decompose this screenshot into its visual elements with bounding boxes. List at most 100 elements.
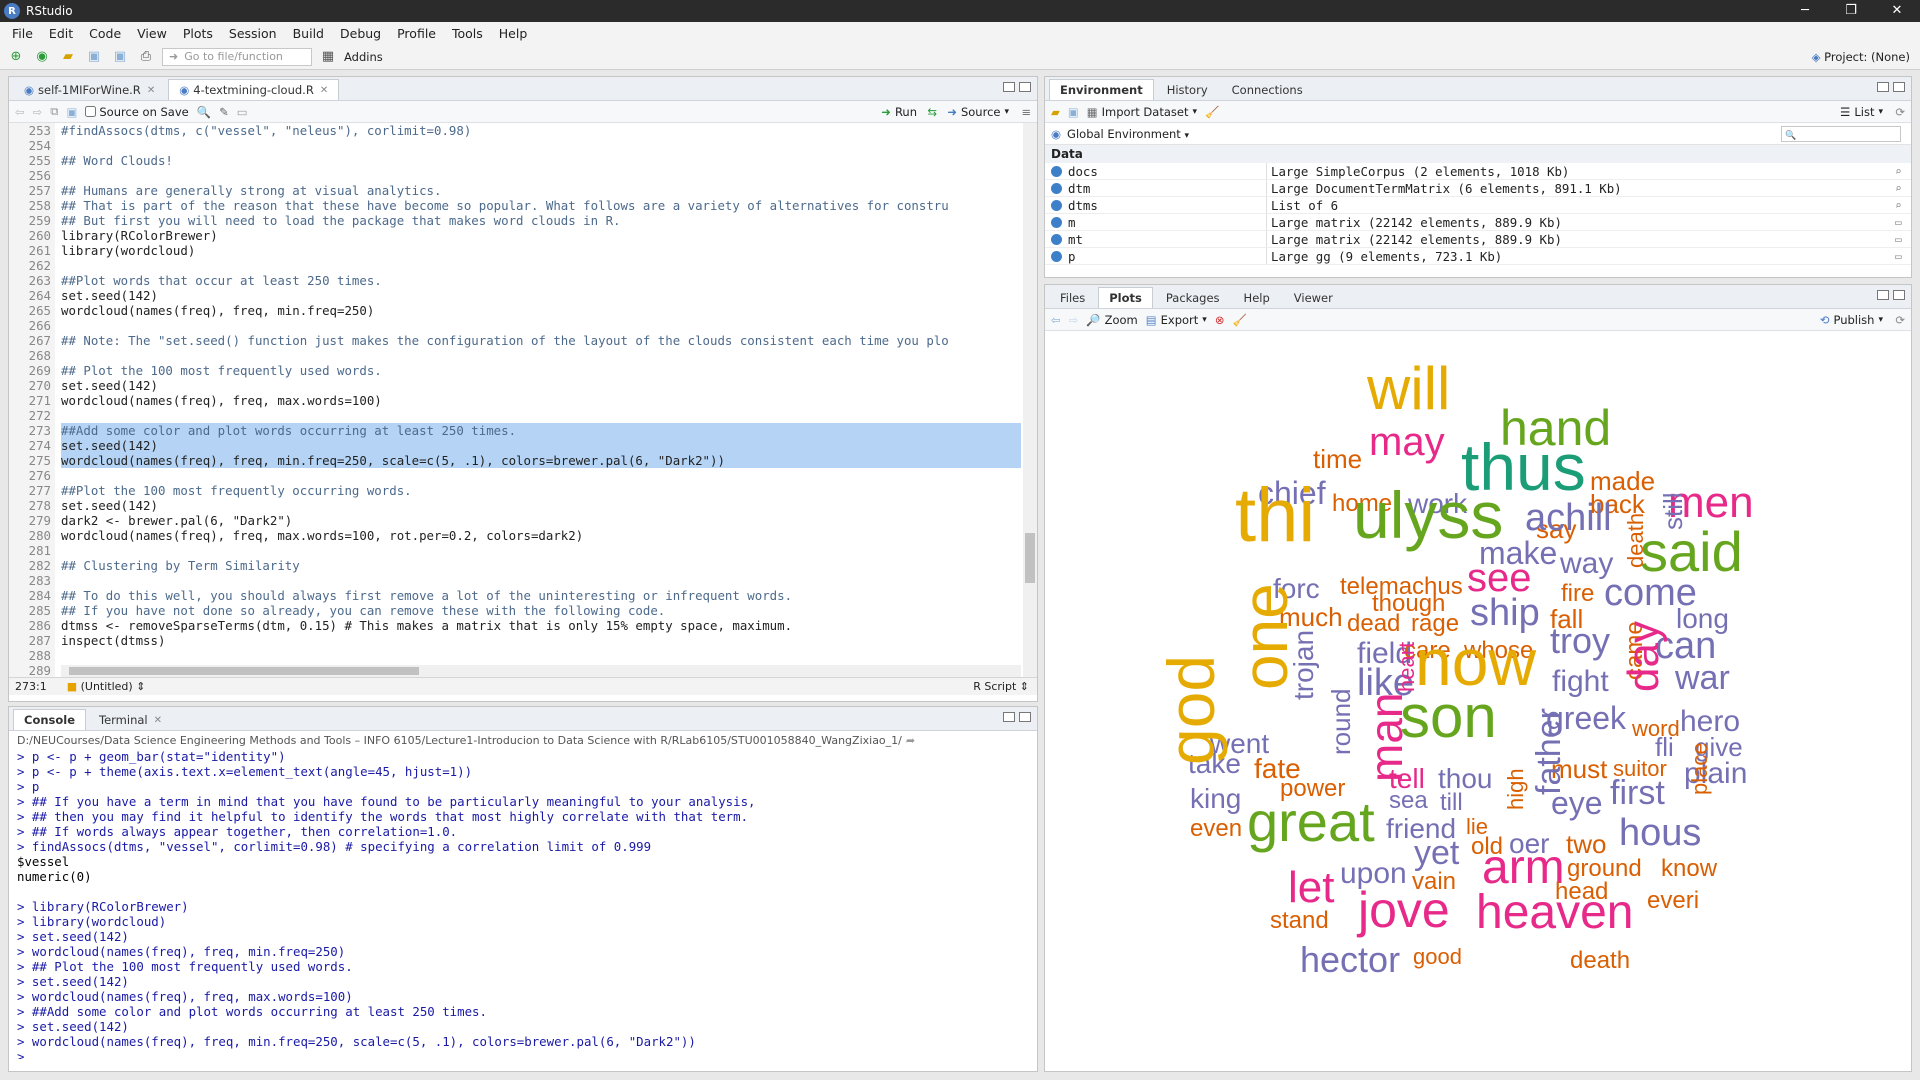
- code-tools-wand-icon[interactable]: ✎: [219, 105, 229, 119]
- goto-file-input[interactable]: ➜ Go to file/function: [162, 47, 312, 66]
- menu-session[interactable]: Session: [221, 26, 285, 41]
- export-button[interactable]: ▤ Export ▾: [1146, 313, 1207, 327]
- code-line[interactable]: [61, 573, 1021, 588]
- environment-row[interactable]: docs Large SimpleCorpus (2 elements, 1018…: [1045, 163, 1911, 180]
- code-line[interactable]: [61, 648, 1021, 663]
- code-line[interactable]: set.seed(142): [61, 378, 1021, 393]
- refresh-icon[interactable]: ⟳: [1895, 313, 1905, 327]
- environment-row[interactable]: p Large gg (9 elements, 723.1 Kb) ▭: [1045, 248, 1911, 265]
- code-line[interactable]: ## Word Clouds!: [61, 153, 1021, 168]
- minimize-pane-icon[interactable]: [1003, 712, 1015, 722]
- environment-row[interactable]: dtms List of 6 ⌕: [1045, 197, 1911, 214]
- compile-report-icon[interactable]: ▭: [237, 105, 248, 119]
- console-output[interactable]: > p <- p + geom_bar(stat="identity") > p …: [9, 749, 1037, 1059]
- code-line[interactable]: wordcloud(names(freq), freq, min.freq=25…: [61, 303, 1021, 318]
- tab-plots[interactable]: Plots: [1098, 287, 1153, 308]
- search-icon[interactable]: 🔍: [197, 105, 211, 119]
- maximize-pane-icon[interactable]: [1019, 82, 1031, 92]
- editor-horizontal-scrollbar[interactable]: [61, 665, 1021, 677]
- expand-object-icon[interactable]: [1051, 250, 1062, 262]
- code-line[interactable]: [61, 348, 1021, 363]
- scroll-thumb[interactable]: [69, 667, 419, 675]
- code-line[interactable]: ##Plot words that occur at least 250 tim…: [61, 273, 1021, 288]
- close-tab-icon[interactable]: ✕: [320, 85, 328, 96]
- maximize-pane-icon[interactable]: [1893, 290, 1905, 300]
- publish-button[interactable]: ⟲ Publish ▾: [1820, 313, 1883, 327]
- tab-console[interactable]: Console: [13, 709, 87, 730]
- load-workspace-icon[interactable]: ▰: [1051, 105, 1060, 119]
- save-all-icon[interactable]: ▣: [110, 47, 130, 67]
- environment-row[interactable]: mt Large matrix (22142 elements, 889.9 Kb…: [1045, 231, 1911, 248]
- print-icon[interactable]: ⎙: [136, 47, 156, 67]
- maximize-pane-icon[interactable]: [1893, 82, 1905, 92]
- code-line[interactable]: wordcloud(names(freq), freq, max.words=1…: [61, 528, 1021, 543]
- code-line[interactable]: ## Humans are generally strong at visual…: [61, 183, 1021, 198]
- close-tab-icon[interactable]: ✕: [154, 715, 162, 726]
- code-line[interactable]: ## Clustering by Term Similarity: [61, 558, 1021, 573]
- menu-file[interactable]: File: [4, 26, 41, 41]
- menu-edit[interactable]: Edit: [41, 26, 81, 41]
- expand-object-icon[interactable]: [1051, 233, 1062, 245]
- menu-debug[interactable]: Debug: [332, 26, 389, 41]
- minimize-pane-icon[interactable]: [1003, 82, 1015, 92]
- tab-files[interactable]: Files: [1049, 287, 1096, 308]
- code-line[interactable]: dtmss <- removeSparseTerms(dtm, 0.15) # …: [61, 618, 1021, 633]
- save-icon[interactable]: ▣: [67, 105, 78, 119]
- code-line[interactable]: library(wordcloud): [61, 243, 1021, 258]
- tab-environment[interactable]: Environment: [1049, 79, 1154, 100]
- next-plot-icon[interactable]: ⇨: [1069, 313, 1079, 327]
- source-button[interactable]: ➜ Source ▾: [947, 105, 1009, 119]
- code-line[interactable]: ## If you have not done so already, you …: [61, 603, 1021, 618]
- expand-object-icon[interactable]: [1051, 165, 1062, 177]
- code-line[interactable]: [61, 468, 1021, 483]
- view-search-icon[interactable]: ⌕: [1895, 165, 1911, 178]
- menu-tools[interactable]: Tools: [444, 26, 491, 41]
- environment-row[interactable]: m Large matrix (22142 elements, 889.9 Kb)…: [1045, 214, 1911, 231]
- clear-broom-icon[interactable]: 🧹: [1205, 105, 1219, 119]
- expand-object-icon[interactable]: [1051, 182, 1062, 194]
- code-line[interactable]: [61, 543, 1021, 558]
- clear-plots-broom-icon[interactable]: 🧹: [1232, 313, 1246, 327]
- menu-view[interactable]: View: [129, 26, 175, 41]
- run-button[interactable]: ➜ Run: [881, 105, 917, 119]
- tab-viewer[interactable]: Viewer: [1283, 287, 1344, 308]
- restore-button[interactable]: ❐: [1828, 0, 1874, 22]
- tab-connections[interactable]: Connections: [1221, 79, 1314, 100]
- new-project-icon[interactable]: ◉: [32, 47, 52, 67]
- code-line[interactable]: library(RColorBrewer): [61, 228, 1021, 243]
- save-workspace-icon[interactable]: ▣: [1068, 105, 1079, 119]
- open-folder-icon[interactable]: ▰: [58, 47, 78, 67]
- show-in-window-icon[interactable]: ⧉: [50, 104, 58, 119]
- new-file-icon[interactable]: ⊕: [6, 47, 26, 67]
- code-line[interactable]: dark2 <- brewer.pal(6, "Dark2"): [61, 513, 1021, 528]
- document-outline-icon[interactable]: ≡: [1021, 105, 1031, 119]
- code-line[interactable]: [61, 168, 1021, 183]
- editor-tab-1[interactable]: ◉ self-1MIForWine.R ✕: [13, 79, 166, 100]
- view-table-icon[interactable]: ▭: [1895, 233, 1911, 246]
- code-line[interactable]: ## That is part of the reason that these…: [61, 198, 1021, 213]
- remove-plot-icon[interactable]: ⊗: [1215, 313, 1225, 327]
- view-table-icon[interactable]: ▭: [1895, 216, 1911, 229]
- import-dataset-button[interactable]: ▦ Import Dataset ▾: [1087, 105, 1197, 119]
- code-line[interactable]: ##Plot the 100 most frequently occurring…: [61, 483, 1021, 498]
- code-line[interactable]: [61, 318, 1021, 333]
- tab-packages[interactable]: Packages: [1155, 287, 1231, 308]
- code-line[interactable]: ## Plot the 100 most frequently used wor…: [61, 363, 1021, 378]
- refresh-icon[interactable]: ⟳: [1895, 105, 1905, 119]
- source-on-save-checkbox[interactable]: [85, 106, 97, 117]
- menu-profile[interactable]: Profile: [389, 26, 444, 41]
- code-line[interactable]: set.seed(142): [61, 288, 1021, 303]
- expand-object-icon[interactable]: [1051, 216, 1062, 228]
- list-view-button[interactable]: ☰ List ▾: [1840, 105, 1883, 119]
- scroll-thumb[interactable]: [1025, 533, 1035, 583]
- code-lines[interactable]: #findAssocs(dtms, c("vessel", "neleus"),…: [61, 123, 1021, 677]
- view-table-icon[interactable]: ▭: [1895, 250, 1911, 263]
- environment-scope-dropdown[interactable]: Global Environment ▾: [1067, 127, 1189, 141]
- minimize-button[interactable]: ─: [1782, 0, 1828, 22]
- code-line[interactable]: [61, 258, 1021, 273]
- code-line[interactable]: ## Note: The "set.seed() function just m…: [61, 333, 1021, 348]
- code-line[interactable]: set.seed(142): [61, 438, 1021, 453]
- addins-menu[interactable]: Addins: [344, 50, 383, 64]
- code-line[interactable]: set.seed(142): [61, 498, 1021, 513]
- code-line[interactable]: [61, 138, 1021, 153]
